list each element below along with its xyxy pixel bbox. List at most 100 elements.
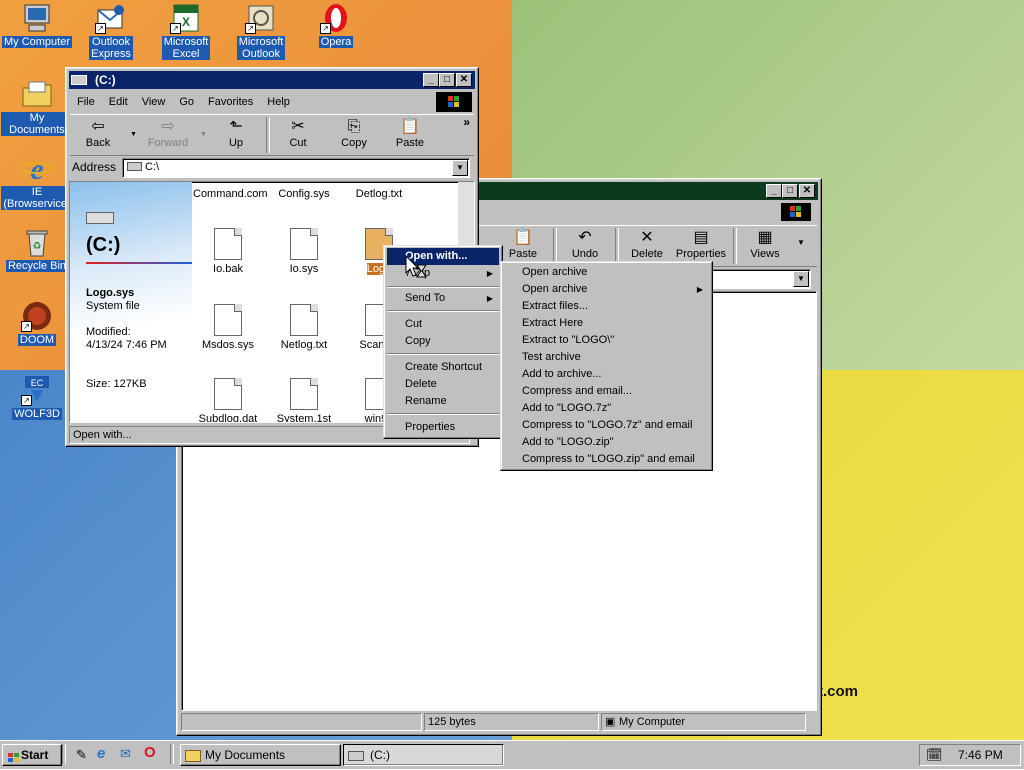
submenu-compress-zip-email[interactable]: Compress to "LOGO.zip" and email	[504, 451, 709, 468]
my-documents-icon[interactable]: My Documents	[1, 78, 73, 136]
menu-item-delete[interactable]: Delete	[387, 376, 499, 393]
drive-icon	[71, 75, 87, 85]
back-dropdown-icon[interactable]: ▼	[130, 131, 137, 138]
menu-item-7zip[interactable]: 7-Zip ▶	[387, 265, 499, 282]
front-window-titlebar[interactable]: (C:) _ □ ✕	[69, 71, 475, 89]
paste-button[interactable]: 📋 Paste	[384, 117, 436, 149]
properties-button[interactable]: ▤ Properties	[675, 228, 727, 260]
svg-text:EC: EC	[31, 378, 44, 388]
menu-help[interactable]: Help	[267, 96, 290, 108]
views-dropdown-arrow-icon[interactable]: ▼	[797, 238, 805, 247]
menu-view[interactable]: View	[142, 96, 166, 108]
file-detlog-txt[interactable]: Detlog.txt	[344, 188, 414, 200]
internet-explorer-icon[interactable]: e IE (Browservice)	[1, 152, 73, 210]
minimize-button[interactable]: _	[423, 73, 439, 87]
windows-flag-icon	[7, 750, 21, 762]
file-netlog-txt[interactable]: Netlog.txt	[269, 304, 339, 351]
menu-edit[interactable]: Edit	[109, 96, 128, 108]
submenu-extract-files[interactable]: Extract files...	[504, 298, 709, 315]
doom-icon[interactable]: ↗ DOOM	[1, 300, 73, 346]
address-dropdown-icon[interactable]: ▼	[793, 271, 809, 287]
submenu-arrow-icon: ▶	[486, 269, 493, 278]
busy-cursor-icon	[405, 254, 427, 284]
windows-file-icon	[214, 378, 242, 410]
opera-quicklaunch-icon[interactable]: O	[144, 744, 156, 761]
close-button[interactable]: ✕	[456, 73, 472, 87]
copy-button[interactable]: ⎘ Copy	[328, 117, 380, 149]
drive-icon	[127, 162, 142, 171]
file-system-1st[interactable]: System.1st	[269, 378, 339, 422]
submenu-add-to-archive[interactable]: Add to archive...	[504, 366, 709, 383]
menu-item-send-to[interactable]: Send To ▶	[387, 290, 499, 307]
close-button[interactable]: ✕	[799, 184, 815, 198]
menu-item-cut[interactable]: Cut	[387, 316, 499, 333]
paste-button[interactable]: 📋 Paste	[497, 228, 549, 260]
submenu-open-archive[interactable]: Open archive	[504, 264, 709, 281]
menu-item-rename[interactable]: Rename	[387, 393, 499, 410]
gear-file-icon	[214, 304, 242, 336]
file-size: Size: 127KB	[86, 378, 147, 390]
taskbar: Start ✎ e ✉ O My Documents (C:) 🗓 7:46 P…	[0, 740, 1024, 769]
file-io-sys[interactable]: Io.sys	[269, 228, 339, 275]
up-button[interactable]: ⬑ Up	[210, 117, 262, 149]
drive-icon	[86, 212, 114, 224]
menu-item-create-shortcut[interactable]: Create Shortcut	[387, 359, 499, 376]
submenu-test-archive[interactable]: Test archive	[504, 349, 709, 366]
forward-button[interactable]: ⇨ Forward	[142, 117, 194, 149]
submenu-add-to-zip[interactable]: Add to "LOGO.zip"	[504, 434, 709, 451]
opera-icon[interactable]: ↗ Opera	[300, 2, 372, 48]
show-desktop-icon[interactable]: ✎	[76, 747, 87, 763]
address-field[interactable]: C:\ ▼	[122, 158, 470, 178]
address-dropdown-icon[interactable]: ▼	[452, 160, 468, 176]
outlook-icon[interactable]: ↗ Microsoft Outlook	[225, 2, 297, 60]
menu-item-properties[interactable]: Properties	[387, 419, 499, 436]
submenu-extract-here[interactable]: Extract Here	[504, 315, 709, 332]
desktop-watermark: t.com	[818, 683, 859, 700]
menu-file[interactable]: File	[77, 96, 95, 108]
maximize-button[interactable]: □	[782, 184, 798, 198]
views-button[interactable]: ▦ Views	[739, 228, 791, 260]
address-label: Address	[72, 160, 117, 174]
ie-quicklaunch-icon[interactable]: e	[97, 745, 105, 762]
start-button[interactable]: Start	[2, 744, 62, 766]
context-menu: Open with... 7-Zip ▶ Send To ▶ Cut Copy Cr…	[383, 245, 503, 439]
menu-item-open-with[interactable]: Open with...	[387, 248, 499, 265]
submenu-arrow-icon: ▶	[696, 285, 703, 294]
minimize-button[interactable]: _	[766, 184, 782, 198]
file-command-com[interactable]: Command.com	[193, 188, 268, 200]
menu-favorites[interactable]: Favorites	[208, 96, 253, 108]
file-io-bak[interactable]: Io.bak	[193, 228, 263, 275]
excel-icon[interactable]: X ↗ Microsoft Excel	[150, 2, 222, 60]
forward-dropdown-icon[interactable]: ▼	[200, 131, 207, 138]
toolbar-overflow-icon[interactable]: »	[463, 115, 470, 129]
wolf3d-icon[interactable]: EC ↗ WOLF3D	[1, 374, 73, 420]
taskbar-c-drive[interactable]: (C:)	[343, 744, 504, 766]
my-computer-icon[interactable]: My Computer	[1, 2, 73, 48]
maximize-button[interactable]: □	[439, 73, 455, 87]
file-msdos-sys[interactable]: Msdos.sys	[193, 304, 263, 351]
7zip-submenu: Open archive Open archive ▶ Extract files…	[500, 261, 713, 471]
submenu-compress-7z-email[interactable]: Compress to "LOGO.7z" and email	[504, 417, 709, 434]
taskbar-my-documents[interactable]: My Documents	[180, 744, 341, 766]
windows-logo-icon	[436, 92, 472, 112]
back-button[interactable]: ⇦ Back	[72, 117, 124, 149]
address-value: C:\	[145, 161, 160, 173]
submenu-open-archive-more[interactable]: Open archive ▶	[504, 281, 709, 298]
submenu-add-to-7z[interactable]: Add to "LOGO.7z"	[504, 400, 709, 417]
menu-item-copy[interactable]: Copy	[387, 333, 499, 350]
submenu-compress-email[interactable]: Compress and email...	[504, 383, 709, 400]
menu-go[interactable]: Go	[179, 96, 194, 108]
recycle-bin-icon[interactable]: ♻ Recycle Bin	[1, 226, 73, 272]
toolbar: ⇦ Back ▼ ⇨ Forward ▼ ⬑ Up ✂ Cut ⎘ Copy 📋 Paste…	[70, 114, 474, 156]
delete-button[interactable]: ✕ Delete	[621, 228, 673, 260]
windows-file-icon	[290, 378, 318, 410]
scheduler-icon[interactable]: 🗓	[926, 747, 943, 763]
file-config-sys[interactable]: Config.sys	[269, 188, 339, 200]
file-subdlog-dat[interactable]: Subdlog.dat	[193, 378, 263, 422]
outlook-express-icon[interactable]: ↗ Outlook Express	[75, 2, 147, 60]
clock[interactable]: 7:46 PM	[958, 748, 1003, 762]
outlook-quicklaunch-icon[interactable]: ✉	[120, 746, 131, 762]
submenu-extract-to[interactable]: Extract to "LOGO\"	[504, 332, 709, 349]
undo-button[interactable]: ↶ Undo	[559, 228, 611, 260]
cut-button[interactable]: ✂ Cut	[272, 117, 324, 149]
